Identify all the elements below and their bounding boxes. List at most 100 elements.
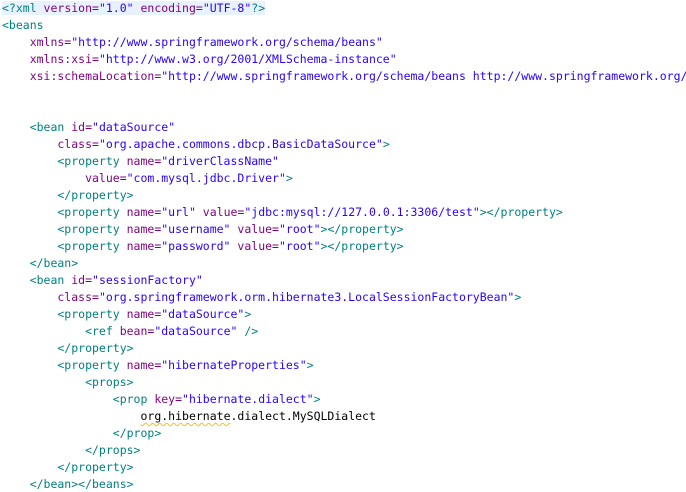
xml-tag-token: > <box>285 171 293 185</box>
code-line[interactable]: </property> <box>0 340 686 357</box>
xml-tag-token: <bean <box>2 273 72 287</box>
xml-attribute-token: value= <box>230 222 279 236</box>
xml-value-token: "com.mysql.jdbc.Driver" <box>126 171 286 185</box>
xml-attribute-token: value= <box>2 171 127 185</box>
xml-tag-token: </props> <box>2 443 141 457</box>
code-line[interactable]: <ref bean="dataSource" /> <box>0 323 686 340</box>
xml-attribute-token: name= <box>126 307 162 321</box>
xml-value-token: "1.0" <box>98 1 134 15</box>
xml-value-token: "url" <box>161 205 196 219</box>
code-line[interactable]: xmlns:xsi="http://www.w3.org/2001/XMLSch… <box>0 51 686 68</box>
xml-attribute-token: name= <box>126 154 162 168</box>
xml-tag-token: > <box>313 392 321 406</box>
code-line[interactable]: xmlns="http://www.springframework.org/sc… <box>0 34 686 51</box>
xml-tag-token: </property> <box>2 341 134 355</box>
xml-value-token: "hibernate.dialect" <box>182 392 314 406</box>
xml-attribute-token: name= <box>126 205 162 219</box>
code-line[interactable]: <property name="hibernateProperties"> <box>0 357 686 374</box>
xml-tag-token: </bean></beans> <box>2 477 134 491</box>
xml-tag-token: </bean> <box>2 256 79 270</box>
xml-value-token: "dataSource" <box>154 324 238 338</box>
xml-value-token: "sessionFactory" <box>92 273 203 287</box>
xml-tag-token: <beans <box>2 18 44 32</box>
code-line[interactable]: class="org.springframework.orm.hibernate… <box>0 289 686 306</box>
xml-value-token: "dataSource" <box>92 120 176 134</box>
xml-tag-token: ></property> <box>479 205 563 219</box>
xml-tag-token: > <box>514 290 522 304</box>
code-line[interactable] <box>0 102 686 119</box>
code-line[interactable]: org.hibernate.dialect.MySQLDialect <box>0 408 686 425</box>
xml-tag-token: > <box>244 307 252 321</box>
code-line[interactable]: </bean> <box>0 255 686 272</box>
xml-tag-token: ></property> <box>320 222 404 236</box>
code-line[interactable]: <?xml version="1.0" encoding="UTF-8"?> <box>0 0 686 17</box>
code-line[interactable]: value="com.mysql.jdbc.Driver"> <box>0 170 686 187</box>
code-line[interactable]: <property name="driverClassName" <box>0 153 686 170</box>
xml-tag-token: <property <box>2 205 127 219</box>
code-line[interactable]: <property name="url" value="jdbc:mysql:/… <box>0 204 686 221</box>
xml-attribute-token: version= <box>43 1 99 15</box>
code-line[interactable]: <bean id="sessionFactory" <box>0 272 686 289</box>
xml-value-token: "org.springframework.orm.hibernate3.Loca… <box>98 290 515 304</box>
xml-tag-token: /> <box>237 324 259 338</box>
xml-tag-token: <props> <box>2 375 134 389</box>
code-line[interactable]: </property> <box>0 459 686 476</box>
xml-value-token: "password" <box>161 239 231 253</box>
code-line[interactable] <box>0 85 686 102</box>
code-line[interactable]: xsi:schemaLocation="http://www.springfra… <box>0 68 686 85</box>
xml-tag-token: <property <box>2 239 127 253</box>
xml-tag-token: > <box>382 137 390 151</box>
xml-attribute-token: value= <box>230 239 279 253</box>
xml-attribute-token: name= <box>126 239 162 253</box>
xml-tag-token: ></property> <box>320 239 404 253</box>
xml-attribute-token: xmlns= <box>2 35 72 49</box>
xml-attribute-token: id= <box>71 273 93 287</box>
xml-value-token: "http://www.springframework.org/schema/b… <box>161 69 686 83</box>
xml-tag-token: <property <box>2 358 127 372</box>
xml-text-token: org.hibernate <box>140 409 231 423</box>
xml-declaration-token: <?xml <box>2 1 44 15</box>
code-line[interactable]: <props> <box>0 374 686 391</box>
xml-value-token: "root" <box>278 239 321 253</box>
xml-attribute-token: key= <box>154 392 183 406</box>
xml-value-token: "jdbc:mysql://127.0.0.1:3306/test" <box>244 205 480 219</box>
xml-tag-token: <ref <box>2 324 120 338</box>
xml-tag-token: <property <box>2 154 127 168</box>
xml-value-token: "driverClassName" <box>161 154 279 168</box>
xml-attribute-token: class= <box>2 137 99 151</box>
xml-attribute-token: class= <box>2 290 99 304</box>
xml-attribute-token: encoding= <box>133 1 203 15</box>
xml-value-token: "http://www.springframework.org/schema/b… <box>71 35 383 49</box>
code-line[interactable]: </property> <box>0 187 686 204</box>
code-line[interactable]: <property name="dataSource"> <box>0 306 686 323</box>
xml-tag-token: </property> <box>2 460 134 474</box>
xml-attribute-token: name= <box>126 358 162 372</box>
xml-attribute-token: xmlns:xsi= <box>2 52 99 66</box>
xml-value-token: "UTF-8" <box>202 1 252 15</box>
xml-attribute-token: id= <box>71 120 93 134</box>
code-line[interactable]: </prop> <box>0 425 686 442</box>
code-line[interactable]: </props> <box>0 442 686 459</box>
xml-value-token: "org.apache.commons.dbcp.BasicDataSource… <box>98 137 383 151</box>
xml-tag-token: </property> <box>2 188 134 202</box>
code-line[interactable]: class="org.apache.commons.dbcp.BasicData… <box>0 136 686 153</box>
code-line[interactable]: <prop key="hibernate.dialect"> <box>0 391 686 408</box>
xml-editor[interactable]: <?xml version="1.0" encoding="UTF-8"?> <b… <box>0 0 686 492</box>
xml-value-token: "hibernateProperties" <box>161 358 307 372</box>
code-line[interactable]: <bean id="dataSource" <box>0 119 686 136</box>
xml-tag-token: </prop> <box>2 426 162 440</box>
code-line[interactable]: </bean></beans> <box>0 476 686 492</box>
xml-tag-token: <property <box>2 307 127 321</box>
xml-attribute-token: name= <box>126 222 162 236</box>
code-line[interactable]: <property name="username" value="root"><… <box>0 221 686 238</box>
xml-tag-token: <property <box>2 222 127 236</box>
xml-tag-token: > <box>306 358 314 372</box>
xml-text-token: .dialect.MySQLDialect <box>230 409 376 423</box>
xml-value-token: "http://www.w3.org/2001/XMLSchema-instan… <box>98 52 397 66</box>
xml-value-token: "dataSource" <box>161 307 245 321</box>
code-line[interactable]: <beans <box>0 17 686 34</box>
xml-attribute-token: bean= <box>119 324 155 338</box>
xml-declaration-token: ?> <box>251 1 266 15</box>
code-line[interactable]: <property name="password" value="root"><… <box>0 238 686 255</box>
xml-text-token <box>2 409 140 423</box>
